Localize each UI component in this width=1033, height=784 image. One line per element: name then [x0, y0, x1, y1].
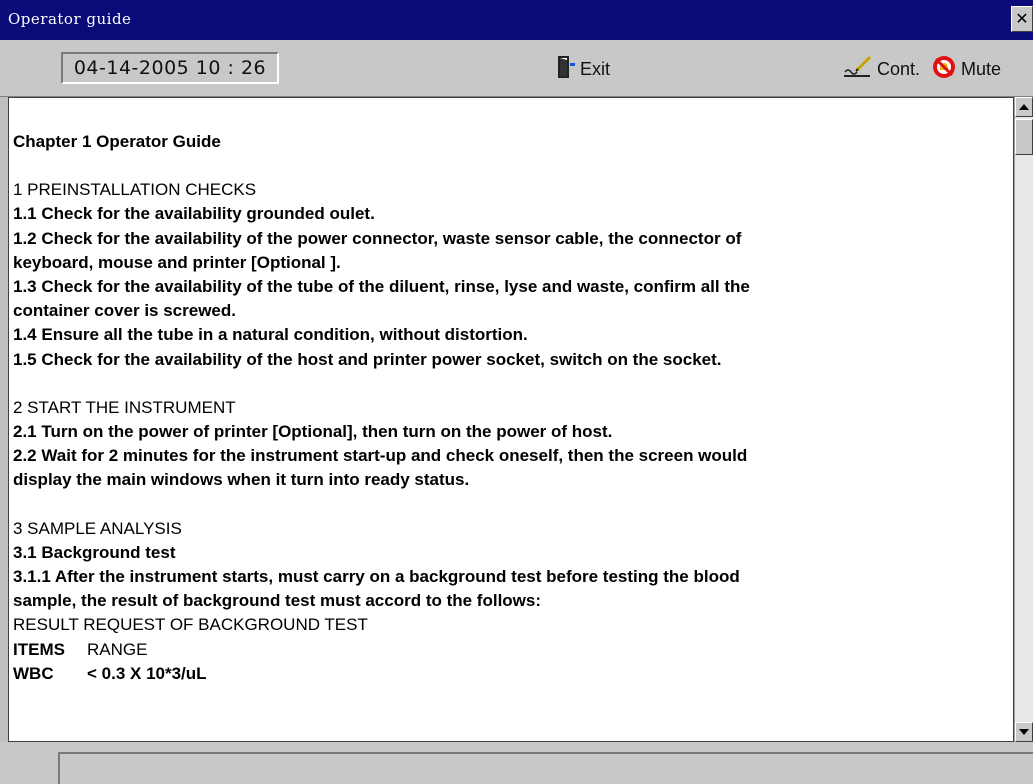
close-icon: ✕: [1015, 11, 1029, 28]
text-line: container cover is screwed.: [13, 301, 236, 321]
result-table-title: RESULT REQUEST OF BACKGROUND TEST: [13, 615, 368, 635]
mute-label: Mute: [961, 58, 1002, 79]
datetime-display: 04-14-2005 10 : 26: [61, 52, 279, 84]
row-range: < 0.3 X 10*3/uL: [87, 663, 207, 683]
text-line: 2.1 Turn on the power of printer [Option…: [13, 422, 613, 442]
col-items-header: ITEMS: [13, 639, 65, 659]
mute-button[interactable]: Mute: [931, 54, 1002, 85]
cont-label: Cont.: [877, 58, 921, 79]
window-title: Operator guide: [8, 10, 132, 28]
arrow-up-icon: [1019, 104, 1029, 110]
toolbar: 04-14-2005 10 : 26 Exit Cont. Mute: [0, 40, 1033, 97]
status-bar: [0, 742, 1033, 784]
text-line: 2.2 Wait for 2 minutes for the instrumen…: [13, 446, 748, 466]
guide-document: Chapter 1 Operator Guide 1 PREINSTALLATI…: [8, 97, 1014, 742]
continue-button[interactable]: Cont.: [843, 54, 921, 85]
text-line: 1.1 Check for the availability grounded …: [13, 204, 375, 224]
text-line: 3.1.1 After the instrument starts, must …: [13, 567, 740, 587]
section-heading: 1 PREINSTALLATION CHECKS: [13, 180, 257, 200]
text-line: display the main windows when it turn in…: [13, 470, 470, 490]
title-bar: Operator guide ✕: [0, 0, 1033, 40]
arrow-down-icon: [1019, 729, 1029, 735]
door-exit-icon: [556, 55, 576, 84]
text-line: sample, the result of background test mu…: [13, 591, 542, 611]
text-line: 1.5 Check for the availability of the ho…: [13, 349, 722, 369]
vertical-scrollbar[interactable]: [1014, 97, 1033, 742]
result-table-row: WBC < 0.3 X 10*3/uL: [13, 662, 1013, 686]
text-line: 1.2 Check for the availability of the po…: [13, 228, 742, 248]
close-button[interactable]: ✕: [1011, 6, 1033, 32]
text-line: keyboard, mouse and printer [Optional ].: [13, 252, 341, 272]
section-heading: 3 SAMPLE ANALYSIS: [13, 518, 182, 538]
text-line: 1.3 Check for the availability of the tu…: [13, 277, 750, 297]
scroll-up-button[interactable]: [1015, 97, 1033, 117]
result-table-header: ITEMS RANGE: [13, 638, 1013, 662]
subsection-heading: 3.1 Background test: [13, 542, 176, 562]
exit-button[interactable]: Exit: [556, 55, 611, 84]
pen-writing-icon: [843, 54, 873, 85]
text-line: 1.4 Ensure all the tube in a natural con…: [13, 325, 528, 345]
row-item: WBC: [13, 663, 54, 683]
status-field: [58, 752, 1033, 784]
section-heading: 2 START THE INSTRUMENT: [13, 397, 236, 417]
scroll-down-button[interactable]: [1015, 722, 1033, 742]
mute-bell-icon: [931, 54, 957, 85]
scroll-thumb[interactable]: [1015, 119, 1033, 155]
chapter-title: Chapter 1 Operator Guide: [13, 132, 221, 151]
exit-label: Exit: [580, 58, 611, 79]
col-range-header: RANGE: [87, 639, 148, 659]
